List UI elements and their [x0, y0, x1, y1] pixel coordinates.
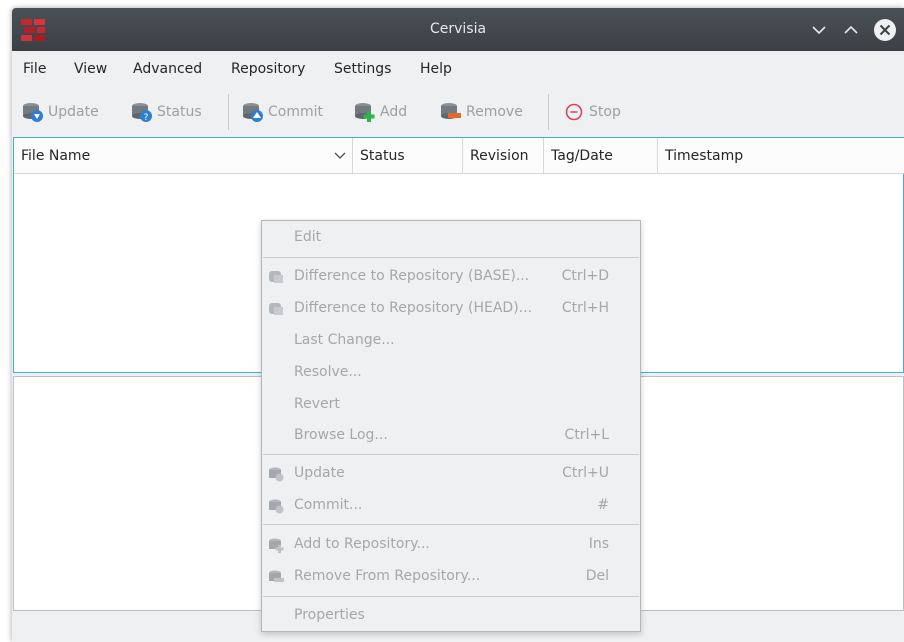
stop-label: Stop [589, 104, 621, 120]
menu-item-browse-log[interactable]: Browse Log... Ctrl+L [262, 420, 640, 452]
column-file-name[interactable]: File Name [14, 138, 353, 174]
menu-item-label: Browse Log... [294, 427, 388, 443]
menu-item-diff-base[interactable]: Difference to Repository (BASE)... Ctrl+… [262, 261, 640, 293]
status-icon: ? [132, 103, 152, 123]
status-button[interactable]: ? Status [131, 98, 202, 126]
title-bar[interactable]: Cervisia [12, 8, 904, 51]
menu-item-label: Properties [294, 607, 365, 623]
update-icon [269, 467, 284, 482]
menu-item-shortcut: Ctrl+L [564, 427, 609, 443]
menu-item-shortcut: Ctrl+D [561, 268, 609, 284]
column-file-name-label: File Name [21, 148, 91, 164]
sort-chevron-down-icon [334, 152, 346, 159]
menu-item-label: Last Change... [294, 332, 395, 348]
menu-separator [263, 596, 639, 597]
menu-bar: File View Advanced Repository Settings H… [12, 51, 904, 85]
commit-icon [243, 103, 263, 122]
remove-button[interactable]: Remove [440, 98, 523, 126]
menu-item-commit[interactable]: Commit... # [262, 490, 640, 522]
add-icon [355, 103, 375, 122]
stop-button[interactable]: Stop [563, 98, 621, 126]
menu-item-shortcut: # [597, 497, 609, 513]
close-icon[interactable] [872, 17, 898, 43]
menu-item-label: Resolve... [294, 364, 362, 380]
menu-item-label: Remove From Repository... [294, 568, 481, 584]
menu-repository[interactable]: Repository [231, 61, 305, 77]
menu-item-label: Add to Repository... [294, 536, 430, 552]
menu-item-label: Revert [294, 396, 340, 412]
add-icon [269, 538, 284, 553]
menu-item-add-to-repository[interactable]: Add to Repository... Ins [262, 529, 640, 561]
diff-head-icon [269, 303, 283, 315]
remove-icon [269, 570, 284, 582]
menu-item-diff-head[interactable]: Difference to Repository (HEAD)... Ctrl+… [262, 293, 640, 325]
stop-icon [565, 103, 583, 121]
status-label: Status [157, 104, 202, 120]
menu-settings[interactable]: Settings [334, 61, 391, 77]
menu-item-properties[interactable]: Properties [262, 600, 640, 632]
menu-view[interactable]: View [74, 61, 107, 77]
add-button[interactable]: Add [354, 98, 407, 126]
menu-item-label: Commit... [294, 497, 363, 513]
toolbar: Update ? Status Commit Add Remove Stop [12, 92, 904, 132]
column-status[interactable]: Status [353, 138, 463, 174]
window-title: Cervisia [429, 21, 487, 37]
column-revision-label: Revision [470, 148, 529, 164]
toolbar-separator [228, 94, 229, 130]
menu-item-shortcut: Ins [588, 536, 609, 552]
menu-item-edit[interactable]: Edit [262, 222, 640, 254]
menu-separator [263, 524, 639, 525]
menu-item-last-change[interactable]: Last Change... [262, 325, 640, 357]
file-list-header: File Name Status Revision Tag/Date Times… [14, 138, 904, 174]
svg-text:?: ? [144, 113, 149, 123]
remove-label: Remove [466, 104, 523, 120]
column-tag-date-label: Tag/Date [551, 148, 613, 164]
update-icon [23, 103, 43, 122]
minimize-icon[interactable] [806, 17, 832, 43]
menu-item-resolve[interactable]: Resolve... [262, 357, 640, 389]
remove-icon [441, 103, 461, 119]
menu-item-update[interactable]: Update Ctrl+U [262, 458, 640, 490]
menu-item-remove-from-repository[interactable]: Remove From Repository... Del [262, 561, 640, 593]
menu-separator [263, 257, 639, 258]
menu-file[interactable]: File [23, 61, 46, 77]
column-timestamp[interactable]: Timestamp [658, 138, 904, 174]
menu-item-label: Update [294, 465, 345, 481]
commit-label: Commit [268, 104, 323, 120]
column-tag-date[interactable]: Tag/Date [544, 138, 658, 174]
menu-item-label: Difference to Repository (BASE)... [294, 268, 530, 284]
menu-item-revert[interactable]: Revert [262, 389, 640, 421]
menu-item-shortcut: Ctrl+U [562, 465, 609, 481]
update-label: Update [48, 104, 99, 120]
update-button[interactable]: Update [22, 98, 99, 126]
diff-base-icon [269, 271, 283, 283]
maximize-icon[interactable] [838, 17, 864, 43]
menu-item-shortcut: Ctrl+H [561, 300, 609, 316]
context-menu: Edit Difference to Repository (BASE)... … [261, 220, 641, 632]
menu-item-label: Edit [294, 229, 322, 245]
menu-help[interactable]: Help [420, 61, 452, 77]
toolbar-separator [548, 94, 549, 130]
menu-item-label: Difference to Repository (HEAD)... [294, 300, 533, 316]
menu-advanced[interactable]: Advanced [133, 61, 202, 77]
add-label: Add [380, 104, 408, 120]
commit-icon [269, 499, 284, 514]
menu-item-shortcut: Del [585, 568, 609, 584]
column-timestamp-label: Timestamp [665, 148, 744, 164]
column-status-label: Status [360, 148, 405, 164]
commit-button[interactable]: Commit [242, 98, 323, 126]
column-revision[interactable]: Revision [463, 138, 544, 174]
menu-separator [263, 454, 639, 455]
